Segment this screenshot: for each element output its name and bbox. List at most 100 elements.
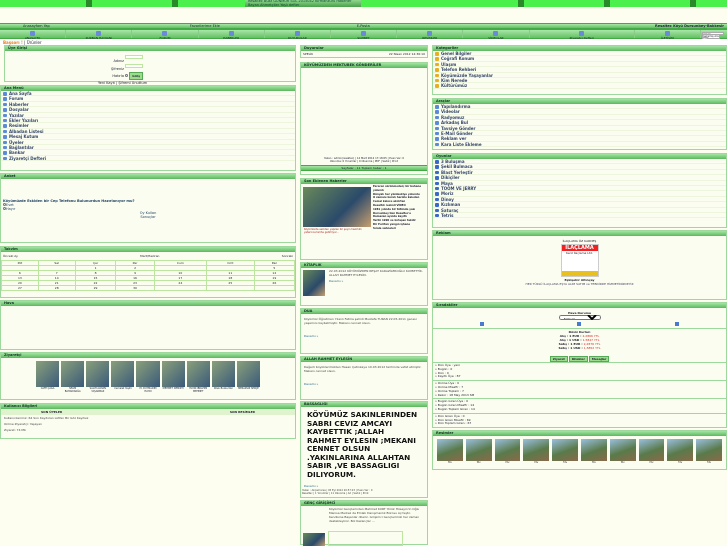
entrepreneur-photo bbox=[303, 533, 325, 546]
tab-messages[interactable]: Mesajlar bbox=[588, 356, 610, 362]
ad-banner[interactable]: İLAÇLAMA Kent İlaçlama Ltd. bbox=[560, 244, 599, 277]
news-photo[interactable] bbox=[303, 187, 371, 227]
announcement-link[interactable]: SPELİK bbox=[303, 52, 313, 56]
login-box: Üye Girişi Adınız Şifreniz Hatırla Giriş… bbox=[4, 45, 296, 85]
poll-box: Anket Köyümüzde Eskiden bir Cep Telefonu… bbox=[0, 173, 296, 243]
read-more-link[interactable]: Devamı » bbox=[301, 374, 427, 387]
nav-forum[interactable]: FORUM bbox=[132, 30, 199, 40]
announcement-date: 22 Nisan 2012 14:36:10 bbox=[388, 52, 425, 56]
hit-stat: Ziyaret: 74 Mb bbox=[4, 428, 26, 432]
category-item[interactable]: Kültürümüz bbox=[433, 83, 726, 89]
condolence-box: ALLAH RAHMET EYLESİN Değerli büyüklerimi… bbox=[300, 356, 428, 400]
nav-guestbook[interactable]: Ziyaretçi Defteri bbox=[530, 30, 635, 40]
gallery-caption: fdv bbox=[534, 461, 539, 464]
visitor-photo[interactable]: SELİM BAHADIRAĞA bbox=[61, 361, 85, 393]
nav-kurban[interactable]: KURBAN HAYVANI bbox=[66, 30, 133, 40]
box-title: Son Eklenen Haberler bbox=[301, 179, 427, 184]
misc-box: Sıradakiler Hava Durumu Balıkesir Döviz … bbox=[432, 302, 727, 428]
gallery-item[interactable]: fdv bbox=[523, 439, 550, 464]
next-month-button[interactable]: Sonraki bbox=[282, 254, 293, 258]
calendar-day[interactable]: 28 bbox=[37, 285, 76, 291]
gallery-caption: fdv bbox=[476, 461, 481, 464]
remember-checkbox[interactable] bbox=[125, 74, 129, 77]
gallery-item[interactable]: fdv bbox=[465, 439, 492, 464]
news-item[interactable]: Esreren sürünmeden; bir bahane yolundı bbox=[373, 185, 427, 193]
ad-text: HER TÜRLÜ İLAÇLAMA EŞYA ALIM SATIM ve TE… bbox=[525, 282, 634, 286]
gallery-item[interactable]: fdv bbox=[552, 439, 578, 464]
stats-group: » Online Üye : 0» Online Misafir : 7» On… bbox=[433, 380, 726, 398]
gallery-item[interactable]: fdv bbox=[696, 439, 722, 464]
kitaplik-box: KİTAPLIK 22.03.2012 KÖYÜMÜZDEN REŞAT KAR… bbox=[300, 262, 428, 306]
gallery-item[interactable]: fdv bbox=[580, 439, 607, 464]
read-more-link[interactable]: Devamı » bbox=[326, 278, 427, 284]
tab-wishes[interactable]: Dilekler bbox=[568, 356, 588, 362]
calendar-day[interactable]: 30 bbox=[115, 285, 155, 291]
visitor-caption: MERAKSIZ SERÇE bbox=[238, 387, 259, 390]
ad-heading: İLAÇLAMA ÖZ KARDEŞ bbox=[562, 239, 597, 243]
gallery-caption: fdv bbox=[505, 461, 510, 464]
gallery-caption: fdv bbox=[447, 461, 452, 464]
visitor-photo[interactable]: Cemalet Yeşilli bbox=[111, 361, 135, 393]
gallery-item[interactable]: fdv bbox=[609, 439, 636, 464]
entrepreneur-text: Köyümüz Gençlerinden Mehmet KURT Yörük H… bbox=[329, 507, 420, 523]
calendar-day bbox=[206, 285, 255, 291]
gallery-item[interactable]: fdv bbox=[437, 439, 463, 464]
visitor-photo[interactable]: SALİH ALMAN YAŞARMAZ bbox=[86, 361, 110, 393]
nav-home[interactable]: ANASAYFA bbox=[0, 30, 67, 40]
menu-email[interactable]: E-Posta bbox=[357, 24, 524, 28]
prev-month-button[interactable]: Önceki Ay bbox=[3, 254, 18, 258]
visitor-photo[interactable]: M. DUYMADIM HAYDI bbox=[136, 361, 160, 393]
results-link[interactable]: Sonuçlar bbox=[140, 215, 155, 219]
nav-contact[interactable]: İLETİŞİM bbox=[635, 30, 701, 40]
username-input[interactable] bbox=[125, 55, 144, 59]
login-button[interactable]: Giriş bbox=[129, 72, 144, 80]
kitaplik-text: 22.03.2012 KÖYÜMÜZDEN REŞAT KARAZİLEROĞL… bbox=[329, 269, 423, 277]
user-info-box: Kullanıcı Bilgileri SON ÜYELER SON RESİML… bbox=[0, 403, 296, 439]
city-select[interactable]: Balıkesir bbox=[558, 315, 601, 320]
main-nav: ANASAYFA KURBAN HAYVANI FORUM HABERLER D… bbox=[0, 29, 727, 43]
menu-homepage[interactable]: Anasayfam Yap bbox=[3, 24, 190, 28]
box-title: KÖYÜMÜZDEN MEKTUBEK GÖNDERİLER bbox=[301, 63, 427, 68]
game-item[interactable]: Tetris bbox=[433, 213, 726, 219]
gallery-caption: fdv bbox=[649, 461, 654, 464]
gallery-box: Resimler fdv fdv fdv fdv fdv fdv fdv fdv fdv fdv bbox=[432, 430, 727, 470]
village-news-box: KÖYÜMÜZDEN MEKTUBEK GÖNDERİLER Yazan : a… bbox=[300, 62, 428, 175]
read-more-link[interactable]: Devamı » bbox=[301, 326, 427, 339]
bassagligi-box: BASSAGLIGI KÖYÜMÜZ SAKINLERINDEN SABRI C… bbox=[300, 401, 428, 498]
stat-line: » Dün Toplam Giren : 67 bbox=[435, 421, 472, 426]
nav-news[interactable]: HABERLER bbox=[199, 30, 265, 40]
password-input[interactable] bbox=[125, 63, 144, 68]
nav-pictures[interactable]: RESİMLER bbox=[397, 30, 464, 40]
entrepreneur-image-frame bbox=[328, 531, 403, 546]
visitor-photo[interactable]: MEHMET DEMİRTİ bbox=[161, 361, 185, 393]
visitor-photo[interactable]: MERAKSIZ SERÇE bbox=[236, 361, 260, 393]
tools-box: Araçlar Yapılandırma Videolar Radyomuz Arka… bbox=[432, 98, 727, 150]
stat-line: » Bugün Toplam Giren : 14 bbox=[435, 406, 475, 411]
nav-videos[interactable]: VİDEOLAR bbox=[463, 30, 530, 40]
stats-group: » Dün Üye : yeni» Bugün : 0» Dün : 0» Ka… bbox=[433, 362, 726, 380]
nav-announcements[interactable]: DUYURULAR bbox=[265, 30, 331, 40]
post-actions[interactable]: Resaltec | 1 Yorumlar | 11 Okunma | Ad |… bbox=[301, 492, 427, 495]
menu-item[interactable]: Ziyaretçi Defteri bbox=[1, 156, 295, 162]
stat-line: » Kayıtlı Üye : 87 bbox=[435, 374, 461, 379]
calendar-month: Mart/Haziran bbox=[140, 254, 160, 258]
weather-icon bbox=[577, 322, 582, 326]
post-actions[interactable]: Okunma: 0 Yorumlar | 0 Okunma | PDF | Sa… bbox=[301, 160, 427, 163]
visitor-photo[interactable]: Dilek Bozkurtlar bbox=[211, 361, 235, 393]
visitor-photo[interactable]: HAYRİ İBRAHİM MEHMET bbox=[186, 361, 210, 393]
remember-label: Hatırla bbox=[112, 74, 124, 78]
tool-item[interactable]: Kara Liste Ekleme bbox=[433, 142, 726, 148]
weather-box: Hava bbox=[0, 300, 296, 350]
announcements-box: Duyurular SPELİK 22 Nisan 2012 14:36:10 bbox=[300, 45, 428, 58]
visitor-caption: HAYRİ İBRAHİM MEHMET bbox=[189, 387, 208, 393]
gallery-item[interactable]: fdv bbox=[638, 439, 665, 464]
calendar-day[interactable]: 29 bbox=[74, 285, 117, 291]
visitor-photo[interactable]: CAFE ÇAĞA bbox=[36, 361, 60, 393]
tab-visits[interactable]: Ziyaret bbox=[549, 356, 568, 362]
gallery-item[interactable]: fdv bbox=[494, 439, 521, 464]
news-item[interactable]: Sırala sahneleri bbox=[373, 227, 427, 231]
menu-favorites[interactable]: Favorilerime Ekle bbox=[190, 24, 357, 28]
gallery-item[interactable]: fdv bbox=[667, 439, 694, 464]
calendar-day[interactable]: 27 bbox=[1, 285, 39, 291]
nav-chat[interactable]: SOHBET bbox=[331, 30, 398, 40]
